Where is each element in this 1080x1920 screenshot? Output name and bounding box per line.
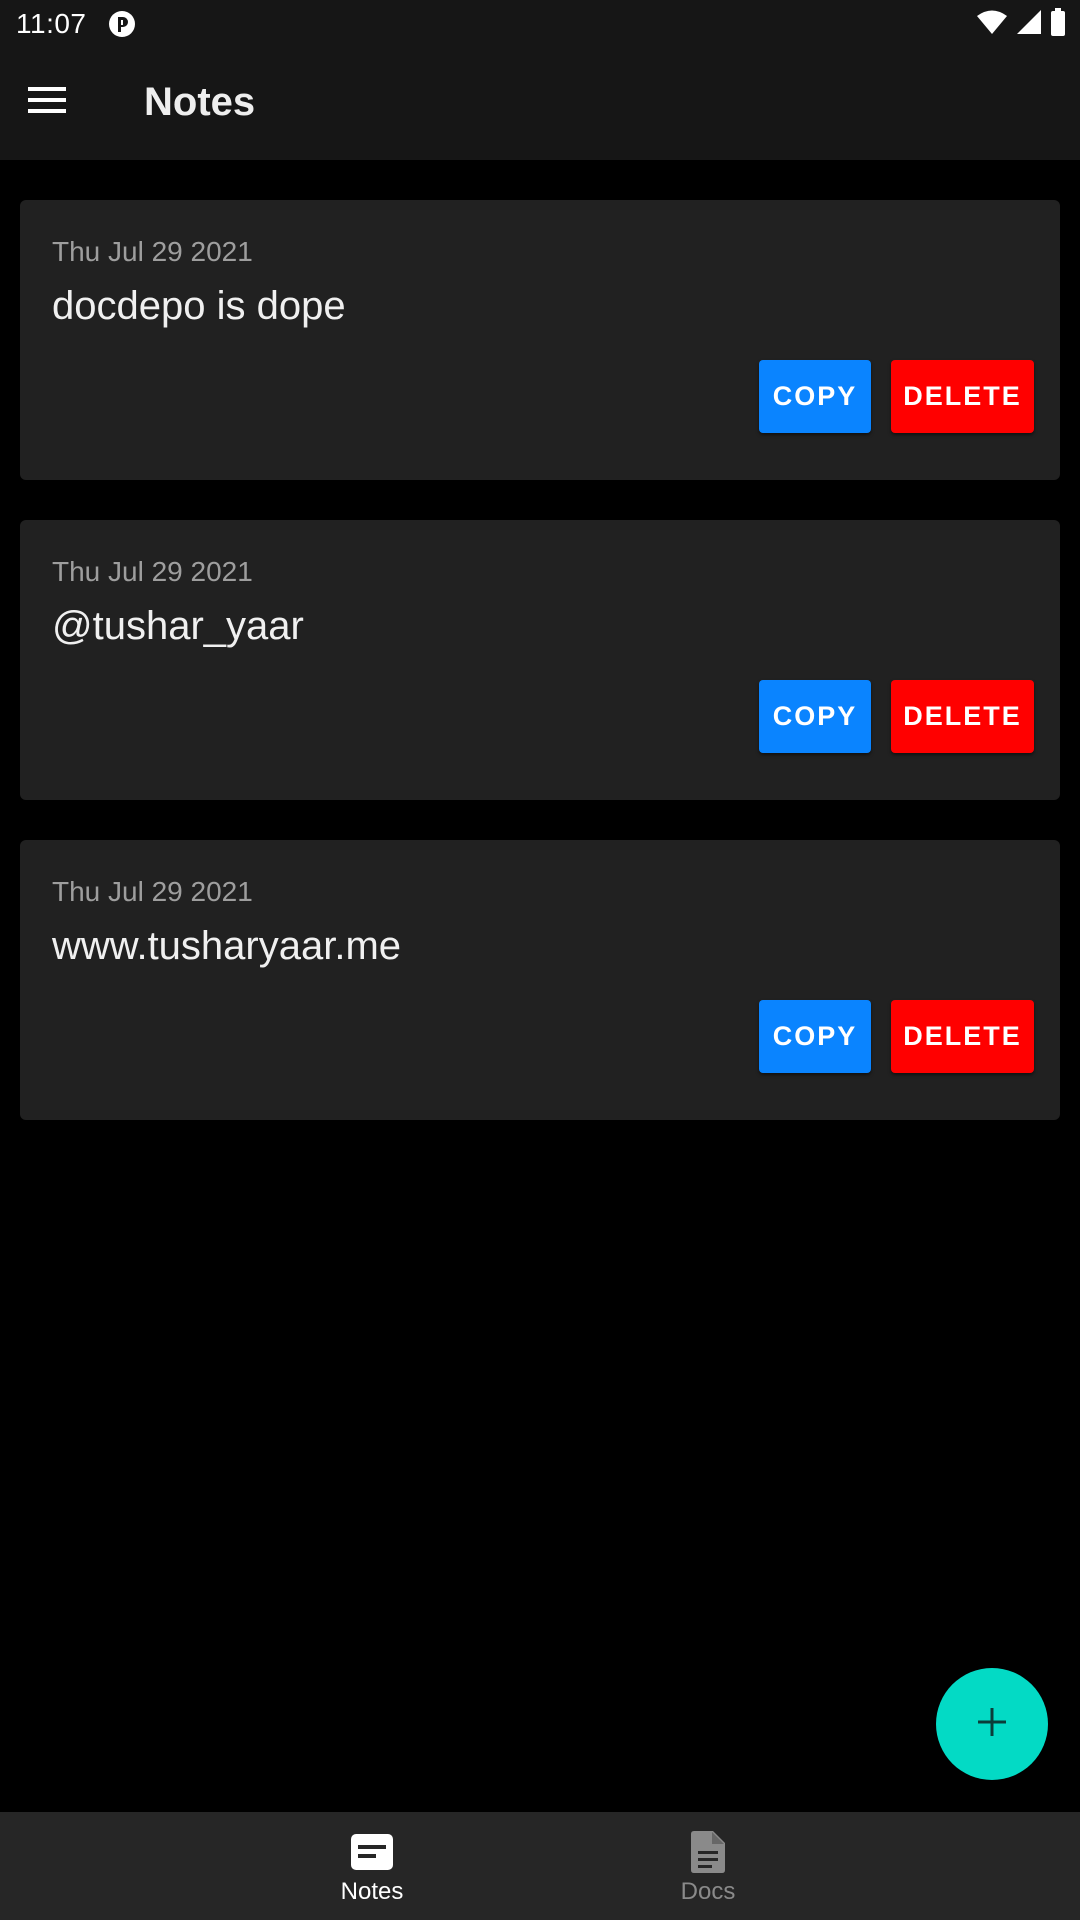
notes-icon	[350, 1830, 394, 1874]
note-date: Thu Jul 29 2021	[52, 556, 253, 587]
app-notification-icon	[108, 10, 136, 38]
note-actions: COPY DELETE	[759, 1000, 1034, 1073]
note-text: docdepo is dope	[52, 284, 346, 328]
note-text: @tushar_yaar	[52, 604, 304, 648]
delete-button[interactable]: DELETE	[891, 680, 1034, 753]
note-card: Thu Jul 29 2021 www.tusharyaar.me COPY D…	[20, 840, 1060, 1120]
nav-label: Docs	[680, 1878, 736, 1905]
nav-item-docs[interactable]: Docs	[608, 1812, 808, 1920]
copy-button[interactable]: COPY	[759, 680, 871, 753]
delete-button[interactable]: DELETE	[891, 360, 1034, 433]
notes-screen: 11:07 Notes Thu Jul 29 2021 docdepo is d…	[0, 0, 1080, 1920]
note-date: Thu Jul 29 2021	[52, 236, 253, 267]
app-bar: Notes	[0, 48, 1080, 160]
cell-signal-icon	[1016, 9, 1042, 40]
menu-button[interactable]	[20, 74, 76, 130]
hamburger-menu-icon	[28, 86, 68, 119]
status-icons	[976, 7, 1066, 41]
document-icon	[686, 1830, 730, 1874]
note-actions: COPY DELETE	[759, 680, 1034, 753]
note-date: Thu Jul 29 2021	[52, 876, 253, 907]
status-bar: 11:07	[0, 0, 1080, 48]
note-text: www.tusharyaar.me	[52, 924, 402, 968]
battery-icon	[1050, 7, 1066, 41]
nav-label: Notes	[340, 1878, 404, 1905]
note-card: Thu Jul 29 2021 @tushar_yaar COPY DELETE	[20, 520, 1060, 800]
add-note-button[interactable]	[936, 1668, 1048, 1780]
plus-icon	[976, 1706, 1008, 1743]
bottom-navigation: Notes Docs	[0, 1812, 1080, 1920]
wifi-icon	[976, 9, 1008, 40]
delete-button[interactable]: DELETE	[891, 1000, 1034, 1073]
nav-item-notes[interactable]: Notes	[272, 1812, 472, 1920]
page-title: Notes	[144, 80, 256, 124]
copy-button[interactable]: COPY	[759, 1000, 871, 1073]
notes-list: Thu Jul 29 2021 docdepo is dope COPY DEL…	[20, 200, 1060, 1160]
status-time: 11:07	[16, 8, 87, 39]
note-card: Thu Jul 29 2021 docdepo is dope COPY DEL…	[20, 200, 1060, 480]
copy-button[interactable]: COPY	[759, 360, 871, 433]
note-actions: COPY DELETE	[759, 360, 1034, 433]
